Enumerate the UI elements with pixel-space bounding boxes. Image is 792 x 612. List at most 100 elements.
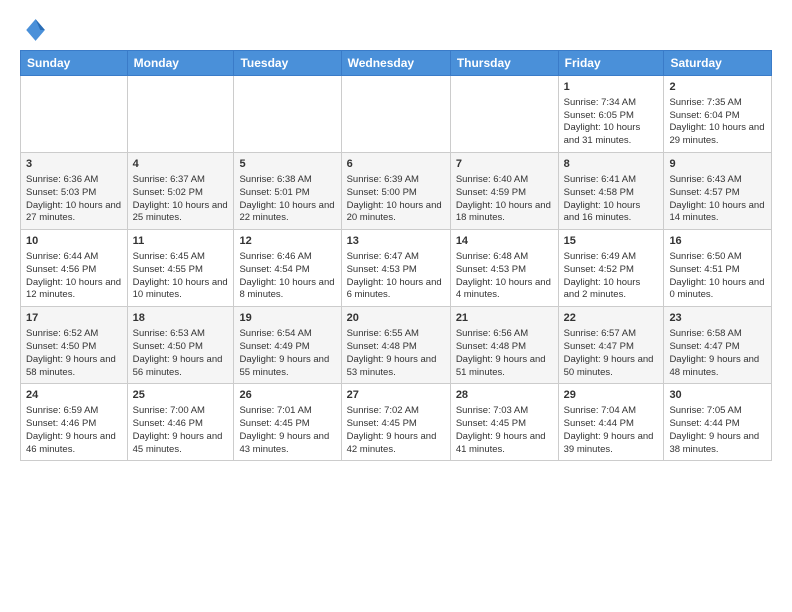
calendar-cell: 21 Sunrise: 6:56 AM Sunset: 4:48 PM Dayli…: [450, 307, 558, 384]
calendar-cell: [234, 76, 341, 153]
calendar-cell: 22 Sunrise: 6:57 AM Sunset: 4:47 PM Dayli…: [558, 307, 664, 384]
day-info: Sunrise: 7:34 AM Sunset: 6:05 PM Dayligh…: [564, 97, 659, 148]
day-info: Sunrise: 6:56 AM Sunset: 4:48 PM Dayligh…: [456, 328, 553, 379]
calendar-week-row: 17 Sunrise: 6:52 AM Sunset: 4:50 PM Dayli…: [21, 307, 772, 384]
day-number: 10: [26, 234, 122, 249]
day-info: Sunrise: 7:05 AM Sunset: 4:44 PM Dayligh…: [669, 405, 766, 456]
day-number: 13: [347, 234, 445, 249]
day-number: 9: [669, 157, 766, 172]
calendar-body: 1 Sunrise: 7:34 AM Sunset: 6:05 PM Daylig…: [21, 76, 772, 461]
day-number: 24: [26, 388, 122, 403]
day-info: Sunrise: 6:59 AM Sunset: 4:46 PM Dayligh…: [26, 405, 122, 456]
page: SundayMondayTuesdayWednesdayThursdayFrid…: [0, 0, 792, 471]
calendar-cell: 24 Sunrise: 6:59 AM Sunset: 4:46 PM Dayli…: [21, 384, 128, 461]
day-of-week-header: Monday: [127, 51, 234, 76]
calendar-cell: 10 Sunrise: 6:44 AM Sunset: 4:56 PM Dayli…: [21, 230, 128, 307]
day-number: 28: [456, 388, 553, 403]
calendar-cell: 2 Sunrise: 7:35 AM Sunset: 6:04 PM Daylig…: [664, 76, 772, 153]
day-info: Sunrise: 6:36 AM Sunset: 5:03 PM Dayligh…: [26, 174, 122, 225]
day-info: Sunrise: 7:01 AM Sunset: 4:45 PM Dayligh…: [239, 405, 335, 456]
calendar-cell: [21, 76, 128, 153]
calendar-week-row: 3 Sunrise: 6:36 AM Sunset: 5:03 PM Daylig…: [21, 153, 772, 230]
day-number: 7: [456, 157, 553, 172]
calendar-cell: 25Sunrise: 7:00 AM Sunset: 4:46 PM Dayli…: [127, 384, 234, 461]
day-number: 25: [133, 388, 229, 403]
day-number: 22: [564, 311, 659, 326]
day-info: Sunrise: 6:58 AM Sunset: 4:47 PM Dayligh…: [669, 328, 766, 379]
day-of-week-header: Wednesday: [341, 51, 450, 76]
day-number: 1: [564, 80, 659, 95]
day-number: 4: [133, 157, 229, 172]
calendar-cell: 11Sunrise: 6:45 AM Sunset: 4:55 PM Dayli…: [127, 230, 234, 307]
calendar-header: SundayMondayTuesdayWednesdayThursdayFrid…: [21, 51, 772, 76]
day-number: 12: [239, 234, 335, 249]
day-info: Sunrise: 6:37 AM Sunset: 5:02 PM Dayligh…: [133, 174, 229, 225]
calendar-cell: 6 Sunrise: 6:39 AM Sunset: 5:00 PM Daylig…: [341, 153, 450, 230]
day-info: Sunrise: 7:03 AM Sunset: 4:45 PM Dayligh…: [456, 405, 553, 456]
calendar-cell: 28 Sunrise: 7:03 AM Sunset: 4:45 PM Dayli…: [450, 384, 558, 461]
day-info: Sunrise: 6:55 AM Sunset: 4:48 PM Dayligh…: [347, 328, 445, 379]
day-number: 17: [26, 311, 122, 326]
day-info: Sunrise: 7:35 AM Sunset: 6:04 PM Dayligh…: [669, 97, 766, 148]
day-of-week-header: Thursday: [450, 51, 558, 76]
calendar-cell: 15 Sunrise: 6:49 AM Sunset: 4:52 PM Dayli…: [558, 230, 664, 307]
day-number: 21: [456, 311, 553, 326]
day-number: 11: [133, 234, 229, 249]
calendar-cell: [450, 76, 558, 153]
day-info: Sunrise: 6:39 AM Sunset: 5:00 PM Dayligh…: [347, 174, 445, 225]
day-info: Sunrise: 7:02 AM Sunset: 4:45 PM Dayligh…: [347, 405, 445, 456]
day-info: Sunrise: 6:50 AM Sunset: 4:51 PM Dayligh…: [669, 251, 766, 302]
day-info: Sunrise: 6:38 AM Sunset: 5:01 PM Dayligh…: [239, 174, 335, 225]
calendar-cell: [127, 76, 234, 153]
calendar-cell: 9 Sunrise: 6:43 AM Sunset: 4:57 PM Daylig…: [664, 153, 772, 230]
calendar-cell: [341, 76, 450, 153]
day-info: Sunrise: 6:54 AM Sunset: 4:49 PM Dayligh…: [239, 328, 335, 379]
day-number: 15: [564, 234, 659, 249]
calendar-cell: 3 Sunrise: 6:36 AM Sunset: 5:03 PM Daylig…: [21, 153, 128, 230]
day-info: Sunrise: 6:40 AM Sunset: 4:59 PM Dayligh…: [456, 174, 553, 225]
day-number: 26: [239, 388, 335, 403]
calendar-cell: 30Sunrise: 7:05 AM Sunset: 4:44 PM Dayli…: [664, 384, 772, 461]
calendar-cell: 23 Sunrise: 6:58 AM Sunset: 4:47 PM Dayli…: [664, 307, 772, 384]
day-of-week-header: Saturday: [664, 51, 772, 76]
calendar-cell: 29Sunrise: 7:04 AM Sunset: 4:44 PM Dayli…: [558, 384, 664, 461]
day-number: 5: [239, 157, 335, 172]
calendar-cell: 17 Sunrise: 6:52 AM Sunset: 4:50 PM Dayli…: [21, 307, 128, 384]
day-of-week-header: Friday: [558, 51, 664, 76]
day-number: 2: [669, 80, 766, 95]
day-info: Sunrise: 6:47 AM Sunset: 4:53 PM Dayligh…: [347, 251, 445, 302]
calendar-cell: 27 Sunrise: 7:02 AM Sunset: 4:45 PM Dayli…: [341, 384, 450, 461]
calendar-week-row: 1 Sunrise: 7:34 AM Sunset: 6:05 PM Daylig…: [21, 76, 772, 153]
calendar-cell: 18 Sunrise: 6:53 AM Sunset: 4:50 PM Dayli…: [127, 307, 234, 384]
day-info: Sunrise: 6:49 AM Sunset: 4:52 PM Dayligh…: [564, 251, 659, 302]
logo-icon: [20, 16, 48, 44]
day-info: Sunrise: 6:46 AM Sunset: 4:54 PM Dayligh…: [239, 251, 335, 302]
calendar-cell: 13 Sunrise: 6:47 AM Sunset: 4:53 PM Dayli…: [341, 230, 450, 307]
day-number: 27: [347, 388, 445, 403]
day-number: 20: [347, 311, 445, 326]
logo: [20, 16, 52, 44]
calendar-cell: 14 Sunrise: 6:48 AM Sunset: 4:53 PM Dayli…: [450, 230, 558, 307]
day-number: 3: [26, 157, 122, 172]
day-number: 6: [347, 157, 445, 172]
day-info: Sunrise: 6:52 AM Sunset: 4:50 PM Dayligh…: [26, 328, 122, 379]
calendar-cell: 7 Sunrise: 6:40 AM Sunset: 4:59 PM Daylig…: [450, 153, 558, 230]
day-number: 29: [564, 388, 659, 403]
calendar-cell: 26 Sunrise: 7:01 AM Sunset: 4:45 PM Dayli…: [234, 384, 341, 461]
day-info: Sunrise: 6:53 AM Sunset: 4:50 PM Dayligh…: [133, 328, 229, 379]
header: [20, 16, 772, 44]
calendar-week-row: 24 Sunrise: 6:59 AM Sunset: 4:46 PM Dayli…: [21, 384, 772, 461]
day-number: 23: [669, 311, 766, 326]
day-info: Sunrise: 6:48 AM Sunset: 4:53 PM Dayligh…: [456, 251, 553, 302]
calendar-table: SundayMondayTuesdayWednesdayThursdayFrid…: [20, 50, 772, 461]
day-info: Sunrise: 6:43 AM Sunset: 4:57 PM Dayligh…: [669, 174, 766, 225]
day-info: Sunrise: 6:44 AM Sunset: 4:56 PM Dayligh…: [26, 251, 122, 302]
day-of-week-header: Tuesday: [234, 51, 341, 76]
calendar-cell: 4 Sunrise: 6:37 AM Sunset: 5:02 PM Daylig…: [127, 153, 234, 230]
calendar-cell: 20 Sunrise: 6:55 AM Sunset: 4:48 PM Dayli…: [341, 307, 450, 384]
day-info: Sunrise: 6:57 AM Sunset: 4:47 PM Dayligh…: [564, 328, 659, 379]
day-info: Sunrise: 6:41 AM Sunset: 4:58 PM Dayligh…: [564, 174, 659, 225]
day-number: 19: [239, 311, 335, 326]
day-number: 18: [133, 311, 229, 326]
day-number: 14: [456, 234, 553, 249]
